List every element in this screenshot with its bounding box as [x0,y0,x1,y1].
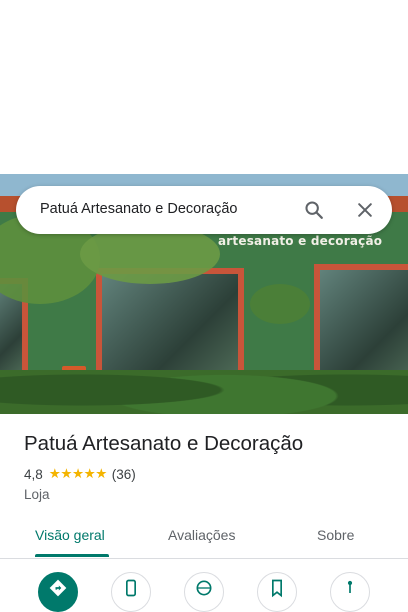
search-input[interactable]: Patuá Artesanato e Decoração [40,201,238,217]
save-button[interactable] [257,572,297,612]
directions-button[interactable] [38,572,78,612]
tab-bar: Visão geral Avaliações Sobre [0,516,408,559]
photo-palm [250,284,310,324]
photo-plants [0,354,408,414]
directions-icon [49,579,67,597]
active-tab-indicator [35,554,109,557]
tab-reviews[interactable]: Avaliações [168,527,235,543]
call-button[interactable] [111,572,151,612]
tab-overview[interactable]: Visão geral [35,527,105,543]
rating-value: 4,8 [24,466,43,482]
rating-row[interactable]: 4,8 ★★★★★ (36) [24,466,136,482]
website-button[interactable] [184,572,224,612]
review-count[interactable]: (36) [112,467,136,482]
tab-about[interactable]: Sobre [317,527,354,543]
share-button[interactable] [330,572,370,612]
place-title: Patuá Artesanato e Decoração [24,432,304,455]
place-category: Loja [24,487,50,502]
website-icon [196,580,212,596]
share-icon [347,580,353,593]
action-buttons [0,568,408,612]
photo-sign-text: artesanato e decoração [218,234,383,248]
search-bar[interactable]: Patuá Artesanato e Decoração [16,186,392,234]
search-icon[interactable] [298,194,330,226]
star-rating-icon: ★★★★★ [48,466,108,482]
close-icon[interactable] [349,194,381,226]
phone-icon [126,579,136,597]
save-icon [272,579,282,598]
